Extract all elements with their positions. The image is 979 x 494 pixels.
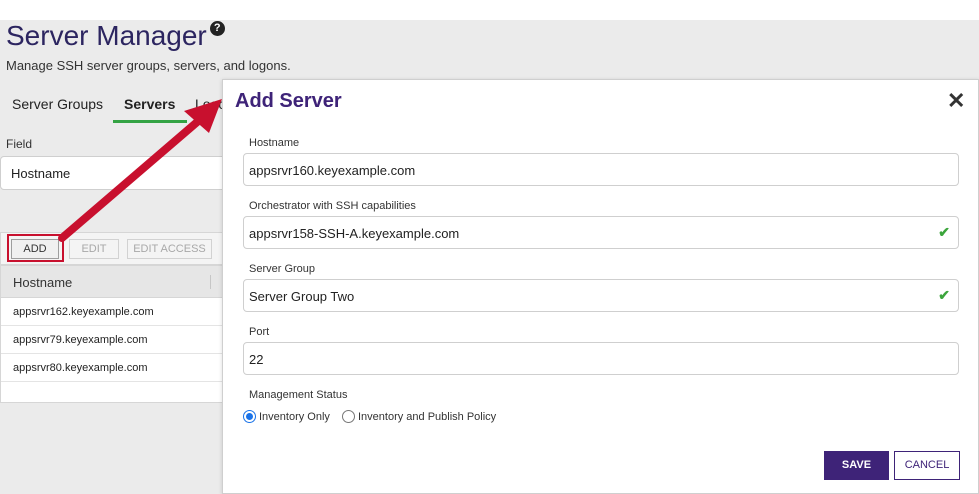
column-header-hostname: Hostname xyxy=(13,275,73,290)
page-title: Server Manager? xyxy=(6,20,225,52)
management-status-options: Inventory Only Inventory and Publish Pol… xyxy=(243,410,505,423)
radio-inventory-only[interactable] xyxy=(243,410,256,423)
add-button-highlight xyxy=(7,234,64,262)
radio-label-inventory-publish[interactable]: Inventory and Publish Policy xyxy=(358,411,496,423)
orchestrator-value: appsrvr158-SSH-A.keyexample.com xyxy=(249,226,460,241)
dialog-title: Add Server xyxy=(235,90,342,112)
servers-grid: Hostname appsrvr162.keyexample.com appsr… xyxy=(0,265,226,403)
server-group-value: Server Group Two xyxy=(249,289,355,304)
orchestrator-input[interactable]: appsrvr158-SSH-A.keyexample.com ✔ xyxy=(243,216,959,249)
server-group-select[interactable]: Server Group Two ✔ xyxy=(243,279,959,312)
save-button[interactable]: SAVE xyxy=(824,451,889,480)
table-row[interactable]: appsrvr80.keyexample.com xyxy=(1,354,225,382)
check-icon: ✔ xyxy=(938,287,950,303)
hostname-value: appsrvr160.keyexample.com xyxy=(249,163,416,178)
close-icon[interactable]: ✕ xyxy=(947,88,965,114)
server-group-label: Server Group xyxy=(249,263,316,275)
edit-access-button[interactable]: EDIT ACCESS xyxy=(127,239,212,259)
column-separator[interactable] xyxy=(210,275,211,289)
port-input[interactable]: 22 xyxy=(243,342,959,375)
check-icon: ✔ xyxy=(938,224,950,240)
port-label: Port xyxy=(249,326,270,338)
cancel-button[interactable]: CANCEL xyxy=(894,451,960,480)
hostname-label: Hostname xyxy=(249,137,300,149)
table-row[interactable]: appsrvr162.keyexample.com xyxy=(1,298,225,326)
field-label: Field xyxy=(6,137,33,151)
orchestrator-label: Orchestrator with SSH capabilities xyxy=(249,200,416,212)
add-server-dialog: Add Server ✕ Hostname appsrvr160.keyexam… xyxy=(222,79,979,494)
help-icon[interactable]: ? xyxy=(209,21,225,36)
radio-inventory-publish[interactable] xyxy=(341,410,355,423)
port-value: 22 xyxy=(249,352,264,367)
management-status-label: Management Status xyxy=(249,389,348,401)
tab-servers[interactable]: Servers xyxy=(113,89,188,123)
grid-header[interactable]: Hostname xyxy=(1,266,225,298)
radio-label-inventory-only[interactable]: Inventory Only xyxy=(259,411,330,423)
field-select[interactable]: Hostname xyxy=(0,156,226,190)
table-row[interactable]: appsrvr79.keyexample.com xyxy=(1,326,225,354)
edit-button[interactable]: EDIT xyxy=(69,239,119,259)
page-subtitle: Manage SSH server groups, servers, and l… xyxy=(6,58,291,73)
tab-server-groups[interactable]: Server Groups xyxy=(12,89,103,123)
hostname-input[interactable]: appsrvr160.keyexample.com xyxy=(243,153,959,186)
